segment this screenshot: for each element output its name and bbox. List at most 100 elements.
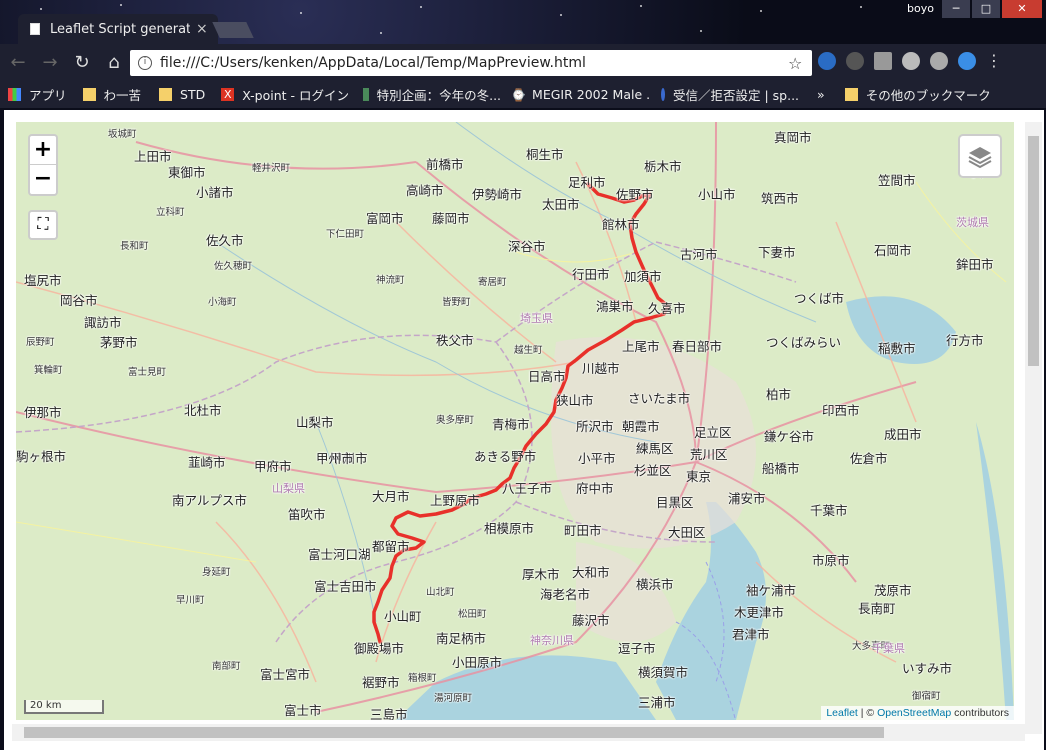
place-label: 君津市 [732, 627, 770, 642]
osm-link[interactable]: OpenStreetMap [877, 707, 951, 719]
new-tab-button[interactable] [212, 22, 254, 38]
place-label: 朝霞市 [622, 419, 660, 434]
place-label: 南足柄市 [436, 631, 487, 646]
place-label: 桐生市 [526, 147, 564, 162]
extension-cube-icon[interactable] [958, 52, 976, 70]
place-label: 市原市 [812, 553, 850, 568]
place-label: 駒ヶ根市 [16, 449, 67, 464]
place-label: 八王子市 [502, 481, 553, 496]
place-label: 御殿場市 [354, 641, 405, 656]
place-label: 大和市 [572, 565, 610, 580]
fullscreen-button[interactable]: ⛶ [28, 210, 58, 240]
profile-name[interactable]: boyo [907, 2, 934, 15]
place-label: 荒川区 [690, 447, 728, 462]
place-label: つくばみらい [766, 335, 842, 350]
town-label: 皆野町 [442, 297, 471, 308]
place-label: 岡谷市 [60, 293, 98, 308]
place-label: 横浜市 [636, 577, 674, 592]
town-label: 坂城町 [108, 129, 137, 140]
extension-record-icon[interactable] [902, 52, 920, 70]
leaflet-link[interactable]: Leaflet [826, 707, 858, 719]
forward-button[interactable]: → [36, 52, 64, 73]
place-label: 筑西市 [761, 191, 799, 206]
place-label: 大月市 [372, 489, 410, 504]
back-button[interactable]: ← [4, 52, 32, 73]
tab-close-button[interactable]: × [196, 21, 208, 37]
extension-ie-icon[interactable] [818, 52, 836, 70]
vertical-scroll-thumb[interactable] [1028, 136, 1039, 366]
place-label: 久喜市 [648, 301, 686, 316]
place-label: 佐倉市 [850, 451, 888, 466]
zoom-out-button[interactable]: − [30, 165, 56, 194]
bookmarks-overflow-button[interactable]: » [817, 87, 825, 102]
place-label: 諏訪市 [84, 315, 122, 330]
place-label: 成田市 [884, 427, 922, 442]
place-label: 小平市 [578, 451, 616, 466]
place-label: 上野原市 [430, 493, 481, 508]
bookmark-mail[interactable]: 受信／拒否設定 | sp... [661, 85, 799, 104]
url-text[interactable]: file:///C:/Users/kenken/AppData/Local/Te… [160, 55, 788, 71]
info-icon[interactable]: i [138, 56, 152, 70]
place-label: 日高市 [528, 369, 566, 384]
place-label: 塩尻市 [24, 273, 62, 288]
place-label: 藤岡市 [432, 211, 470, 226]
place-label: 練馬区 [636, 441, 674, 456]
bookmark-special[interactable]: 特別企画：今年の冬... [363, 85, 501, 104]
bookmark-megir[interactable]: ⌚ MEGIR 2002 Male ... [511, 87, 651, 102]
place-label: 古河市 [680, 247, 718, 262]
place-label: 東御市 [168, 165, 206, 180]
town-label: 佐久穂町 [214, 261, 253, 272]
place-label: 韮崎市 [188, 455, 226, 470]
place-label: 秩父市 [436, 333, 474, 348]
place-label: 栃木市 [644, 159, 682, 174]
town-label: 立科町 [156, 207, 185, 218]
page-icon [363, 87, 369, 101]
tab-active[interactable]: Leaflet Script generate × [18, 14, 218, 44]
home-button[interactable]: ⌂ [100, 52, 128, 73]
extension-gauge-icon[interactable] [930, 52, 948, 70]
place-label: 北杜市 [184, 403, 222, 418]
layers-icon [968, 147, 992, 169]
zoom-control: + − [28, 134, 58, 196]
bookmark-star-button[interactable]: ☆ [788, 54, 812, 73]
menu-button[interactable]: ⋮ [986, 52, 1002, 70]
horizontal-scroll-thumb[interactable] [24, 727, 884, 738]
place-label: 袖ケ浦市 [746, 583, 797, 598]
extension-square-icon[interactable] [874, 52, 892, 70]
maximize-button[interactable]: □ [972, 0, 1000, 18]
horizontal-scrollbar[interactable] [12, 724, 1025, 741]
map-view[interactable]: 上田市東御市前橋市桐生市栃木市真岡市笠間市水戸小諸市高崎市伊勢崎市足利市佐野市小… [16, 122, 1014, 720]
place-label: 甲府市 [254, 459, 292, 474]
place-label: 青梅市 [492, 417, 530, 432]
place-label: 目黒区 [656, 495, 694, 510]
place-label: 笛吹市 [288, 507, 326, 522]
zoom-in-button[interactable]: + [30, 136, 56, 165]
minimize-button[interactable]: ─ [942, 0, 970, 18]
close-window-button[interactable]: ✕ [1002, 0, 1042, 18]
prefecture-label: 埼玉県 [520, 312, 553, 325]
town-label: 奥多摩町 [436, 415, 475, 426]
vertical-scrollbar[interactable] [1025, 122, 1042, 734]
bookmark-folder-std[interactable]: STD [159, 87, 205, 102]
place-label: 印西市 [822, 403, 860, 418]
attribution: Leaflet | © OpenStreetMap contributors [821, 706, 1014, 720]
scale-bar: 20 km [24, 700, 104, 714]
place-label: 町田市 [564, 523, 602, 538]
other-bookmarks[interactable]: その他のブックマーク [844, 85, 991, 104]
bookmark-apps[interactable]: アプリ [8, 85, 67, 104]
place-label: 三島市 [370, 707, 408, 720]
place-label: 富士吉田市 [314, 579, 377, 594]
place-label: 府中市 [576, 481, 614, 496]
place-label: 南アルプス市 [172, 493, 247, 508]
reload-button[interactable]: ↻ [68, 52, 96, 73]
bookmark-xpoint[interactable]: X X-point - ログイン [221, 85, 349, 104]
bookmark-folder-1[interactable]: わ一苦 [82, 85, 141, 104]
prefecture-label: 神奈川県 [530, 634, 574, 647]
town-label: 神流町 [376, 275, 405, 286]
place-label: あきる野市 [474, 449, 537, 464]
place-label: 佐野市 [616, 187, 654, 202]
layers-control-button[interactable] [958, 134, 1002, 178]
address-bar[interactable]: i file:///C:/Users/kenken/AppData/Local/… [130, 50, 812, 76]
extension-circle-icon[interactable] [846, 52, 864, 70]
town-label: 箱根町 [408, 673, 437, 684]
